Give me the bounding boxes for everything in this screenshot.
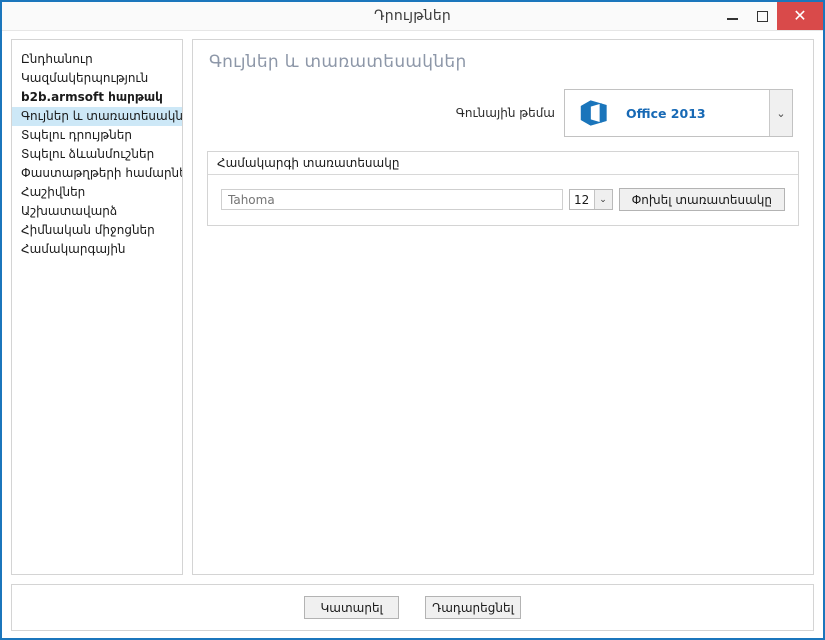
sidebar-item-print-templates[interactable]: Տպելու ձևանմուշներ [12, 145, 182, 164]
sidebar-item-general[interactable]: Ընդհանուր [12, 50, 182, 69]
close-button[interactable]: ✕ [777, 2, 823, 30]
settings-sidebar: Ընդհանուր Կազմակերպություն b2b.armsoft հ… [11, 39, 183, 575]
panels-container: Ընդհանուր Կազմակերպություն b2b.armsoft հ… [11, 39, 814, 575]
sidebar-item-print-settings[interactable]: Տպելու դրույթներ [12, 126, 182, 145]
maximize-icon [756, 10, 768, 22]
color-theme-row: Գունային թեմա Office 2013 ⌄ [207, 89, 799, 137]
title-bar: Դրույթներ ✕ [2, 2, 823, 31]
close-icon: ✕ [793, 6, 807, 25]
minimize-icon [726, 18, 738, 20]
sidebar-item-colors-and-fonts[interactable]: Գույներ և տառատեսակներ [12, 107, 182, 126]
options-window: Դրույթներ ✕ Ընդհանուր Կազմակերպություն b… [0, 0, 825, 640]
color-theme-combobox[interactable]: Office 2013 ⌄ [564, 89, 793, 137]
ok-button[interactable]: Կատարել [304, 596, 400, 619]
minimize-button[interactable] [717, 2, 747, 30]
color-theme-label: Գունային թեմա [455, 106, 555, 120]
font-size-combobox[interactable]: 12 ⌄ [568, 189, 613, 210]
maximize-button[interactable] [747, 2, 777, 30]
office-logo-icon [579, 98, 609, 128]
sidebar-item-accounts[interactable]: Հաշիվներ [12, 183, 182, 202]
dialog-footer: Կատարել Դադարեցնել [11, 584, 814, 631]
change-font-button[interactable]: Փոխել տառատեսակը [618, 188, 785, 211]
sidebar-item-system[interactable]: Համակարգային [12, 240, 182, 259]
system-font-groupbox: Համակարգի տառատեսակը 12 ⌄ Փոխել տառատեսա… [207, 151, 799, 226]
chevron-down-icon[interactable]: ⌄ [593, 190, 612, 209]
system-font-group-body: 12 ⌄ Փոխել տառատեսակը [208, 175, 798, 225]
settings-content-panel: Գույներ և տառատեսակներ Գունային թեմա Off… [192, 39, 814, 575]
window-controls: ✕ [717, 2, 823, 30]
system-font-group-header: Համակարգի տառատեսակը [208, 152, 798, 175]
cancel-button[interactable]: Դադարեցնել [425, 596, 521, 619]
font-name-input[interactable] [221, 189, 563, 210]
chevron-down-icon[interactable]: ⌄ [769, 90, 792, 136]
window-title: Դրույթներ [374, 8, 451, 24]
sidebar-item-fixed-assets[interactable]: Հիմնական միջոցներ [12, 221, 182, 240]
window-body: Ընդհանուր Կազմակերպություն b2b.armsoft հ… [2, 31, 823, 638]
sidebar-item-document-numbers[interactable]: Փաստաթղթերի համարներ [12, 164, 182, 183]
sidebar-item-payroll[interactable]: Աշխատավարձ [12, 202, 182, 221]
color-theme-selected-value[interactable]: Office 2013 [565, 90, 769, 136]
font-size-value: 12 [573, 192, 590, 207]
color-theme-name: Office 2013 [626, 105, 706, 121]
sidebar-item-b2b-platform[interactable]: b2b.armsoft հարթակ [12, 88, 182, 107]
page-title: Գույներ և տառատեսակներ [209, 52, 467, 72]
sidebar-item-organization[interactable]: Կազմակերպություն [12, 69, 182, 88]
